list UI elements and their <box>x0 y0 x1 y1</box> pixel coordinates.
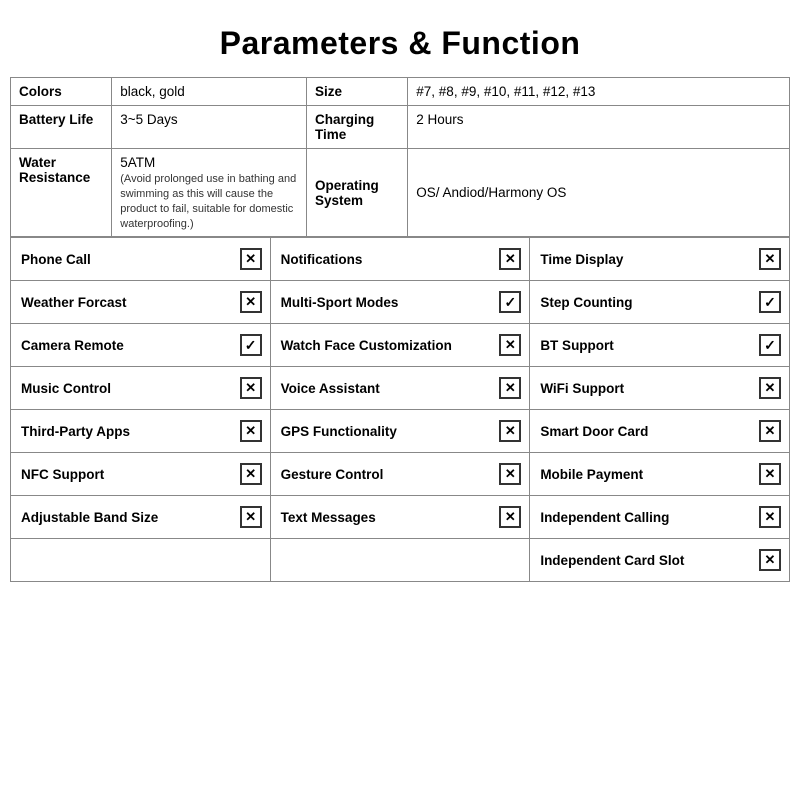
feature-cell: Independent Calling <box>530 496 790 539</box>
feature-label: Time Display <box>540 252 759 267</box>
feature-label: Watch Face Customization <box>281 338 500 353</box>
feature-checkbox <box>759 420 781 442</box>
feature-label: Multi-Sport Modes <box>281 295 500 310</box>
feature-label: Text Messages <box>281 510 500 525</box>
feature-label: Third-Party Apps <box>21 424 240 439</box>
battery-charging-row: Battery Life 3~5 Days Charging Time 2 Ho… <box>11 106 790 149</box>
feature-checkbox <box>499 420 521 442</box>
colors-size-row: Colors black, gold Size #7, #8, #9, #10,… <box>11 78 790 106</box>
feature-cell: BT Support <box>530 324 790 367</box>
feature-checkbox <box>499 291 521 313</box>
feature-row: NFC Support Gesture Control Mobile Payment <box>11 453 790 496</box>
os-label: Operating System <box>315 178 379 208</box>
water-note: (Avoid prolonged use in bathing and swim… <box>120 173 296 230</box>
feature-label: Camera Remote <box>21 338 240 353</box>
feature-checkbox <box>240 420 262 442</box>
size-label: Size <box>315 84 342 99</box>
feature-checkbox <box>240 506 262 528</box>
feature-checkbox <box>499 463 521 485</box>
feature-cell: Smart Door Card <box>530 410 790 453</box>
feature-checkbox <box>759 248 781 270</box>
feature-row: Third-Party Apps GPS Functionality Smart D… <box>11 410 790 453</box>
feature-label: Voice Assistant <box>281 381 500 396</box>
feature-label: NFC Support <box>21 467 240 482</box>
feature-cell: Independent Card Slot <box>530 539 790 582</box>
feature-cell: Time Display <box>530 238 790 281</box>
feature-checkbox <box>759 463 781 485</box>
feature-cell: Voice Assistant <box>270 367 530 410</box>
feature-label: Smart Door Card <box>540 424 759 439</box>
feature-checkbox <box>759 334 781 356</box>
feature-cell <box>270 539 530 582</box>
battery-label: Battery Life <box>19 112 93 127</box>
feature-label: Independent Card Slot <box>540 553 759 568</box>
battery-value: 3~5 Days <box>120 112 177 127</box>
feature-cell: Multi-Sport Modes <box>270 281 530 324</box>
feature-label: Mobile Payment <box>540 467 759 482</box>
water-os-row: Water Resistance 5ATM (Avoid prolonged u… <box>11 149 790 237</box>
feature-row: Independent Card Slot <box>11 539 790 582</box>
feature-cell <box>11 539 271 582</box>
feature-label: WiFi Support <box>540 381 759 396</box>
feature-checkbox <box>240 463 262 485</box>
feature-checkbox <box>759 506 781 528</box>
params-table: Colors black, gold Size #7, #8, #9, #10,… <box>10 77 790 237</box>
feature-label: Step Counting <box>540 295 759 310</box>
feature-cell: Step Counting <box>530 281 790 324</box>
features-table: Phone Call Notifications Time Display Weath… <box>10 237 790 582</box>
feature-label: Adjustable Band Size <box>21 510 240 525</box>
feature-cell: Music Control <box>11 367 271 410</box>
feature-row: Weather Forcast Multi-Sport Modes Step Cou… <box>11 281 790 324</box>
water-label: Water Resistance <box>19 155 90 185</box>
charging-label: Charging Time <box>315 112 374 142</box>
feature-cell: WiFi Support <box>530 367 790 410</box>
feature-checkbox <box>240 291 262 313</box>
feature-label: BT Support <box>540 338 759 353</box>
feature-label: Weather Forcast <box>21 295 240 310</box>
size-value: #7, #8, #9, #10, #11, #12, #13 <box>416 84 595 99</box>
feature-row: Camera Remote Watch Face Customization BT … <box>11 324 790 367</box>
feature-checkbox <box>240 334 262 356</box>
colors-value: black, gold <box>120 84 185 99</box>
feature-cell: Notifications <box>270 238 530 281</box>
feature-label: Phone Call <box>21 252 240 267</box>
feature-checkbox <box>240 377 262 399</box>
feature-checkbox <box>759 377 781 399</box>
feature-label: Gesture Control <box>281 467 500 482</box>
feature-cell: Gesture Control <box>270 453 530 496</box>
feature-cell: Watch Face Customization <box>270 324 530 367</box>
page-title: Parameters & Function <box>10 10 790 77</box>
feature-row: Phone Call Notifications Time Display <box>11 238 790 281</box>
feature-cell: Mobile Payment <box>530 453 790 496</box>
water-value: 5ATM <box>120 155 155 170</box>
feature-cell: Text Messages <box>270 496 530 539</box>
feature-label: Notifications <box>281 252 500 267</box>
feature-cell: Weather Forcast <box>11 281 271 324</box>
colors-label: Colors <box>19 84 62 99</box>
feature-checkbox <box>499 377 521 399</box>
feature-cell: Phone Call <box>11 238 271 281</box>
feature-checkbox <box>240 248 262 270</box>
feature-checkbox <box>499 506 521 528</box>
charging-value: 2 Hours <box>416 112 463 127</box>
feature-cell: NFC Support <box>11 453 271 496</box>
os-value: OS/ Andiod/Harmony OS <box>416 185 566 200</box>
feature-row: Music Control Voice Assistant WiFi Support <box>11 367 790 410</box>
feature-cell: Adjustable Band Size <box>11 496 271 539</box>
feature-checkbox <box>759 291 781 313</box>
feature-row: Adjustable Band Size Text Messages Indepen… <box>11 496 790 539</box>
feature-label: GPS Functionality <box>281 424 500 439</box>
feature-checkbox <box>499 334 521 356</box>
feature-label: Music Control <box>21 381 240 396</box>
feature-cell: Camera Remote <box>11 324 271 367</box>
feature-checkbox <box>759 549 781 571</box>
feature-cell: GPS Functionality <box>270 410 530 453</box>
feature-checkbox <box>499 248 521 270</box>
feature-label: Independent Calling <box>540 510 759 525</box>
feature-cell: Third-Party Apps <box>11 410 271 453</box>
